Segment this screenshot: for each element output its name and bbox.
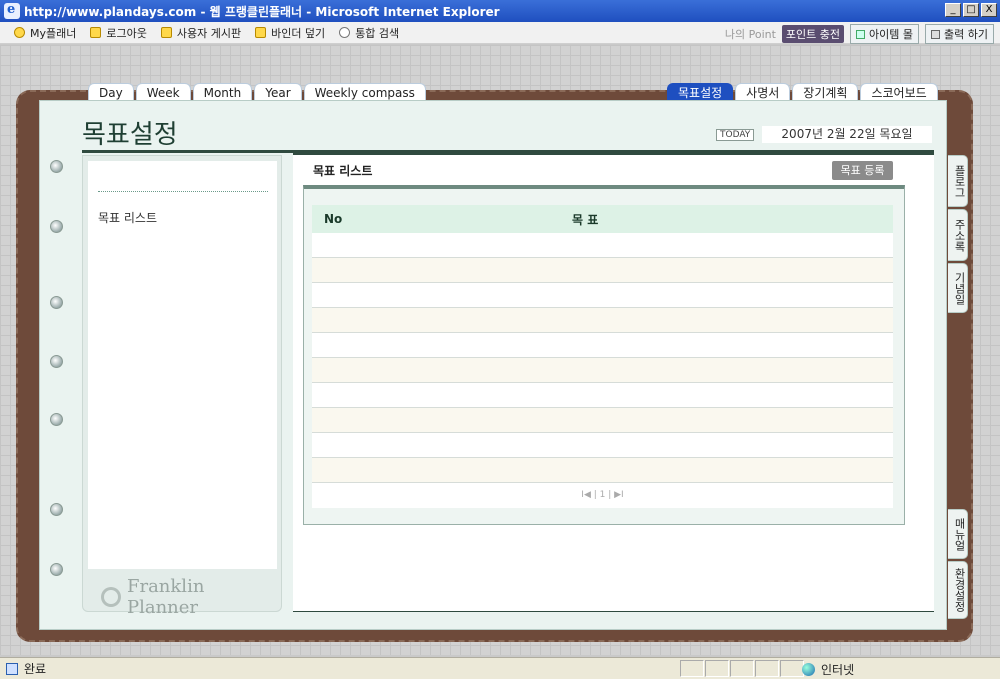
ring-icon [50,413,63,426]
note-icon [90,27,102,38]
page-icon [6,662,18,675]
mall-icon [856,29,866,39]
side-tab-blog[interactable]: 플로그 [948,155,968,207]
current-date: 2007년 2월 22일 목요일 [762,126,932,143]
account-menu: 나의 Point 포인트 충전 아이템 몰 출력 하기 [725,24,994,44]
nav-goal-list[interactable]: 목표 리스트 [98,209,157,226]
menu-label: 사용자 게시판 [176,26,242,40]
status-bar: 완료 인터넷 [0,657,1000,679]
globe-icon [802,663,815,676]
menu-close-binder[interactable]: 바인더 덮기 [255,25,325,41]
ring-icon [50,220,63,233]
goal-table-box: No 목 표 I◀ | 1 | ▶I [303,185,905,525]
search-icon [339,27,351,38]
menu-search[interactable]: 통합 검색 [339,25,399,41]
ring-icon [50,355,63,368]
goal-table: No 목 표 I◀ | 1 | ▶I [312,205,893,513]
window-title-bar: http://www.plandays.com - 웹 프랭클린플래너 - Mi… [0,0,1000,22]
menu-label: 로그아웃 [106,26,147,40]
side-tab-anniversary[interactable]: 기념일 [948,263,968,313]
tab-mission[interactable]: 사명서 [735,83,791,101]
table-row [312,333,893,358]
status-text: 완료 [24,662,47,676]
column-no: No [324,212,343,226]
zone-text: 인터넷 [821,663,855,677]
goal-list-panel: 목표 리스트 목표 등록 No 목 표 I◀ | 1 | ▶I [293,155,934,612]
ie-logo-icon [4,2,20,19]
security-zone: 인터넷 [802,661,854,678]
note-icon [160,27,172,38]
table-row [312,233,893,258]
tab-weekly-compass[interactable]: Weekly compass [303,83,426,101]
ring-icon [50,563,63,576]
side-tab-manual[interactable]: 매뉴얼 [948,509,968,559]
note-icon [255,27,267,38]
left-nav: 목표 리스트 [88,161,277,569]
table-row [312,458,893,483]
ring-icon [50,503,63,516]
menu-board[interactable]: 사용자 게시판 [160,25,242,41]
view-tabs: Day Week Month Year Weekly compass [88,83,428,101]
table-row [312,258,893,283]
table-row [312,433,893,458]
status-done: 완료 [6,660,46,677]
maximize-button[interactable]: □ [963,3,979,17]
menu-label: My플래너 [30,26,77,40]
side-tab-address-book[interactable]: 주소록 [948,209,968,261]
tab-goal-setting[interactable]: 목표설정 [667,83,734,101]
tab-scoreboard[interactable]: 스코어보드 [860,83,938,101]
menu-logout[interactable]: 로그아웃 [90,25,147,41]
status-cells [680,660,805,677]
register-goal-button[interactable]: 목표 등록 [832,161,893,180]
section-title: 목표 리스트 [313,164,373,178]
close-button[interactable]: X [981,3,997,17]
ring-icon [50,160,63,173]
page-title: 목표설정 [82,120,178,150]
menu-my-planner[interactable]: My플래너 [14,25,76,41]
tab-month[interactable]: Month [192,83,253,101]
print-label: 출력 하기 [944,28,988,41]
left-panel: 목표 리스트 Franklin Planner [82,155,282,618]
point-charge-button[interactable]: 포인트 충전 [781,25,845,43]
table-row [312,283,893,308]
tab-day[interactable]: Day [88,83,134,101]
column-goal: 목 표 [572,212,599,227]
menu-label: 통합 검색 [355,26,400,40]
window-controls: _ □ X [945,3,997,17]
minimize-button[interactable]: _ [945,3,961,17]
ring-icon [50,296,63,309]
side-tabs-bottom: 매뉴얼 환경설정 [948,509,968,619]
menu-label: 바인더 덮기 [271,26,326,40]
table-footer [312,508,893,513]
pagination[interactable]: I◀ | 1 | ▶I [312,483,893,508]
tab-week[interactable]: Week [135,83,191,101]
table-row [312,408,893,433]
point-label: 나의 Point [724,28,776,41]
dotted-divider [98,191,268,192]
tab-year[interactable]: Year [254,83,302,101]
logo-text: Franklin Planner [126,576,205,618]
print-icon [931,29,941,39]
side-tab-settings[interactable]: 환경설정 [948,561,968,619]
table-row [312,308,893,333]
tab-long-term-plan[interactable]: 장기계획 [792,83,859,101]
table-row [312,383,893,408]
side-tabs-top: 플로그 주소록 기념일 [948,155,968,313]
item-mall-button[interactable]: 아이템 몰 [850,24,920,44]
window-title: http://www.plandays.com - 웹 프랭클린플래너 - Mi… [24,4,500,19]
franklin-logo-icon [101,587,121,607]
smile-icon [14,27,25,38]
planning-tabs: 목표설정 사명서 장기계획 스코어보드 [667,83,940,101]
table-row [312,358,893,383]
table-header: No 목 표 [312,205,893,233]
today-button[interactable]: TODAY [716,129,755,141]
print-button[interactable]: 출력 하기 [925,24,994,44]
item-mall-label: 아이템 몰 [869,28,914,41]
top-menu: My플래너 로그아웃 사용자 게시판 바인더 덮기 통합 검색 나의 Point… [0,22,1000,44]
franklin-planner-logo: Franklin Planner [101,576,281,618]
